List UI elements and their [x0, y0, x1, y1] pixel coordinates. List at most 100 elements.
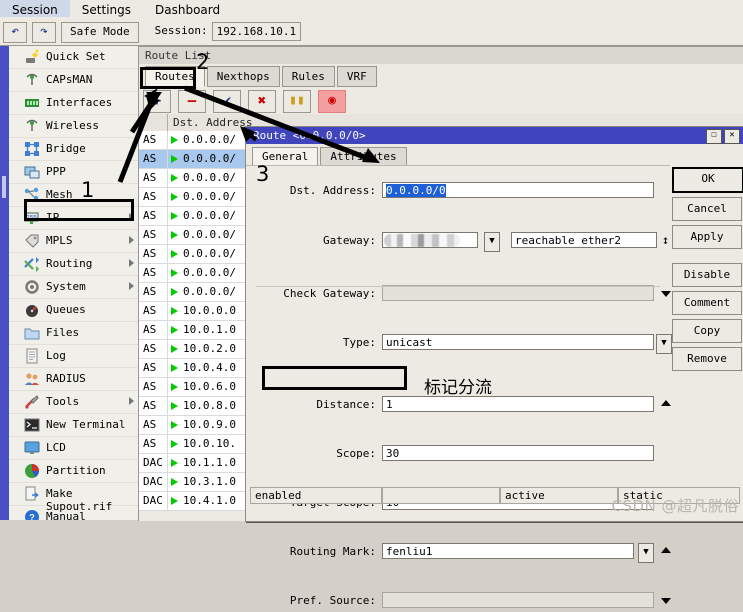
sidebar-item-make-supout-rif[interactable]: Make Supout.rif: [0, 483, 140, 513]
distance-input[interactable]: 1: [382, 396, 654, 412]
route-list-toolbar: + – ✔ ✖ ▮▮ ◉: [139, 87, 743, 115]
sidebar-item-partition[interactable]: Partition: [0, 460, 140, 483]
session-address-field[interactable]: 192.168.10.1: [211, 22, 302, 41]
route-flags: AS: [143, 228, 157, 241]
route-list-title: Route List: [139, 47, 743, 64]
pie-chart-icon: [24, 463, 40, 479]
route-dst-address: 0.0.0.0/: [183, 209, 236, 222]
sidebar-item-routing[interactable]: Routing: [0, 253, 140, 276]
tab-vrf[interactable]: VRF: [336, 66, 377, 87]
cell-divider: [167, 359, 168, 377]
menu-item-dashboard[interactable]: Dashboard: [143, 0, 232, 17]
close-icon[interactable]: ✕: [724, 129, 740, 144]
scope-input[interactable]: 30: [382, 445, 654, 461]
sidebar-item-label: PPP: [46, 165, 66, 178]
apply-button[interactable]: Apply: [672, 225, 742, 249]
routing-mark-dropdown-button[interactable]: ▼: [638, 543, 654, 563]
tab-attributes[interactable]: Attributes: [320, 147, 407, 167]
cancel-button[interactable]: Cancel: [672, 197, 742, 221]
pref-source-input[interactable]: [382, 592, 654, 608]
type-dropdown-button[interactable]: ▼: [656, 334, 672, 354]
remove-button[interactable]: Remove: [672, 347, 742, 371]
cell-divider: [167, 283, 168, 301]
route-active-flag-icon: [171, 326, 178, 334]
safe-mode-button[interactable]: Safe Mode: [61, 22, 139, 43]
redo-arrow-icon[interactable]: ↷: [32, 22, 56, 43]
route-active-flag-icon: [171, 288, 178, 296]
cell-divider: [167, 454, 168, 472]
sidebar-item-manual[interactable]: ? Manual: [0, 506, 140, 520]
tab-rules[interactable]: Rules: [281, 66, 335, 87]
check-gateway-input[interactable]: [382, 285, 654, 301]
copy-button[interactable]: Copy: [672, 319, 742, 343]
disable-button[interactable]: ✖: [248, 90, 276, 113]
maximize-icon[interactable]: ☐: [706, 129, 722, 144]
add-button[interactable]: +: [143, 90, 171, 113]
sidebar-item-tools[interactable]: Tools: [0, 391, 140, 414]
remove-button[interactable]: –: [178, 90, 206, 113]
sidebar-item-quick-set[interactable]: Quick Set: [0, 46, 140, 69]
undo-arrow-icon[interactable]: ↶: [3, 22, 27, 43]
route-flags: AS: [143, 399, 157, 412]
sidebar-item-bridge[interactable]: Bridge: [0, 138, 140, 161]
comment-button[interactable]: Comment: [672, 291, 742, 315]
sidebar-item-radius[interactable]: RADIUS: [0, 368, 140, 391]
sidebar-item-files[interactable]: Files: [0, 322, 140, 345]
gateway-input[interactable]: [382, 232, 478, 248]
route-active-flag-icon: [171, 478, 178, 486]
menu-item-session[interactable]: Session: [0, 0, 70, 17]
sidebar-item-capsman[interactable]: CAPsMAN: [0, 69, 140, 92]
enable-button[interactable]: ✔: [213, 90, 241, 113]
cell-divider: [167, 302, 168, 320]
gateway-stepper-icon[interactable]: ↕: [662, 233, 669, 247]
route-active-flag-icon: [171, 345, 178, 353]
sidebar-item-lcd[interactable]: LCD: [0, 437, 140, 460]
field-pref-source: Pref. Source:: [246, 591, 671, 612]
sidebar-item-mpls[interactable]: MPLS: [0, 230, 140, 253]
gateway-redacted-value: [384, 234, 460, 247]
pref-source-chevron-down-icon[interactable]: [661, 598, 671, 604]
route-dialog: Route <0.0.0.0/0> ☐ ✕ General Attributes…: [245, 126, 743, 608]
sidebar-item-ppp[interactable]: PPP: [0, 161, 140, 184]
tab-nexthops[interactable]: Nexthops: [206, 66, 280, 87]
routing-mark-chevron-up-icon[interactable]: [661, 547, 671, 553]
users-icon: [24, 371, 40, 387]
type-input[interactable]: unicast: [382, 334, 654, 350]
annotation-box-ip: [24, 199, 134, 221]
route-dst-address: 10.1.1.0: [183, 456, 236, 469]
sidebar-item-system[interactable]: System: [0, 276, 140, 299]
label-routing-mark: Routing Mark:: [289, 545, 376, 558]
sidebar-item-log[interactable]: Log: [0, 345, 140, 368]
gateway-dropdown-button[interactable]: ▼: [484, 232, 500, 252]
filter-button[interactable]: ◉: [318, 90, 346, 113]
disable-button[interactable]: Disable: [672, 263, 742, 287]
comment-button[interactable]: ▮▮: [283, 90, 311, 113]
route-active-flag-icon: [171, 459, 178, 467]
dst-address-value: 0.0.0.0/0: [386, 184, 446, 197]
routing-mark-input[interactable]: fenliu1: [382, 543, 634, 559]
chevron-right-icon: [129, 282, 134, 290]
sidebar-item-wireless[interactable]: Wireless: [0, 115, 140, 138]
route-active-flag-icon: [171, 497, 178, 505]
network-card-icon: [24, 95, 40, 111]
field-gateway: Gateway: ▼ reachable ether2 ↕: [246, 231, 670, 252]
sidebar-item-new-terminal[interactable]: New Terminal: [0, 414, 140, 437]
distance-chevron-up-icon[interactable]: [661, 400, 671, 406]
cell-divider: [167, 264, 168, 282]
route-active-flag-icon: [171, 307, 178, 315]
sidebar-item-label: Quick Set: [46, 50, 106, 63]
cell-divider: [167, 492, 168, 510]
monitor-icon: [24, 164, 40, 180]
menu-item-settings[interactable]: Settings: [70, 0, 143, 17]
ok-button[interactable]: OK: [672, 167, 743, 193]
watermark: CSDN @超凡脱俗: [611, 497, 739, 515]
sidebar-item-queues[interactable]: Queues: [0, 299, 140, 322]
column-header-dst-address[interactable]: Dst. Address: [173, 116, 252, 129]
field-dst-address: Dst. Address: 0.0.0.0/0: [246, 181, 670, 202]
route-dialog-title: Route <0.0.0.0/0>: [246, 127, 743, 144]
route-active-flag-icon: [171, 269, 178, 277]
sidebar-collapse-grip[interactable]: [2, 176, 6, 198]
dst-address-input[interactable]: 0.0.0.0/0: [382, 182, 654, 198]
check-gateway-chevron-down-icon[interactable]: [661, 291, 671, 297]
sidebar-item-interfaces[interactable]: Interfaces: [0, 92, 140, 115]
